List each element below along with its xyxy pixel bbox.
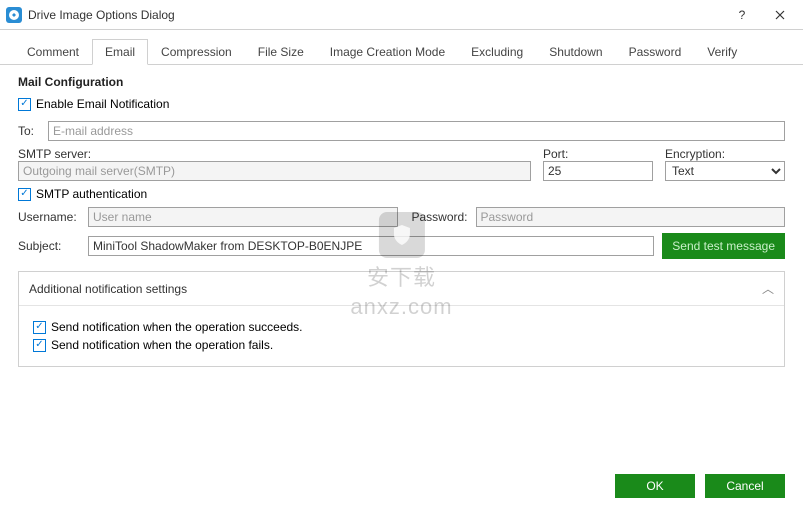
smtp-auth-checkbox[interactable] <box>18 188 31 201</box>
to-input[interactable] <box>48 121 785 141</box>
username-input[interactable] <box>88 207 398 227</box>
additional-settings-panel: Additional notification settings ︿ Send … <box>18 271 785 367</box>
tab-compression[interactable]: Compression <box>148 39 245 65</box>
notify-success-checkbox[interactable] <box>33 321 46 334</box>
ok-button[interactable]: OK <box>615 474 695 498</box>
chevron-up-icon: ︿ <box>762 280 774 297</box>
enable-email-checkbox[interactable] <box>18 98 31 111</box>
tab-email[interactable]: Email <box>92 39 148 65</box>
password-input[interactable] <box>476 207 786 227</box>
send-test-button[interactable]: Send test message <box>662 233 785 259</box>
subject-input[interactable] <box>88 236 654 256</box>
email-panel: Mail Configuration Enable Email Notifica… <box>0 65 803 377</box>
smtp-auth-label: SMTP authentication <box>36 187 147 201</box>
port-input[interactable] <box>543 161 653 181</box>
close-button[interactable] <box>761 1 799 29</box>
tab-excluding[interactable]: Excluding <box>458 39 536 65</box>
password-label: Password: <box>406 210 468 224</box>
additional-settings-header[interactable]: Additional notification settings ︿ <box>19 272 784 306</box>
smtp-label: SMTP server: <box>18 147 531 161</box>
tab-comment[interactable]: Comment <box>14 39 92 65</box>
mail-section-title: Mail Configuration <box>18 75 785 89</box>
title-bar: Drive Image Options Dialog ? <box>0 0 803 30</box>
notify-fail-checkbox[interactable] <box>33 339 46 352</box>
enable-email-label: Enable Email Notification <box>36 97 169 111</box>
username-label: Username: <box>18 210 80 224</box>
tab-shutdown[interactable]: Shutdown <box>536 39 615 65</box>
tab-image-creation-mode[interactable]: Image Creation Mode <box>317 39 458 65</box>
port-label: Port: <box>543 147 653 161</box>
encryption-select[interactable]: Text <box>665 161 785 181</box>
tab-file-size[interactable]: File Size <box>245 39 317 65</box>
app-icon <box>6 7 22 23</box>
additional-settings-title: Additional notification settings <box>29 282 187 296</box>
smtp-input[interactable] <box>18 161 531 181</box>
window-title: Drive Image Options Dialog <box>28 8 723 22</box>
help-button[interactable]: ? <box>723 1 761 29</box>
tab-password[interactable]: Password <box>616 39 695 65</box>
tab-bar: CommentEmailCompressionFile SizeImage Cr… <box>0 30 803 65</box>
notify-fail-label: Send notification when the operation fai… <box>51 338 273 352</box>
subject-label: Subject: <box>18 239 80 253</box>
cancel-button[interactable]: Cancel <box>705 474 785 498</box>
notify-success-label: Send notification when the operation suc… <box>51 320 303 334</box>
encryption-label: Encryption: <box>665 147 785 161</box>
tab-verify[interactable]: Verify <box>694 39 750 65</box>
to-label: To: <box>18 124 42 138</box>
